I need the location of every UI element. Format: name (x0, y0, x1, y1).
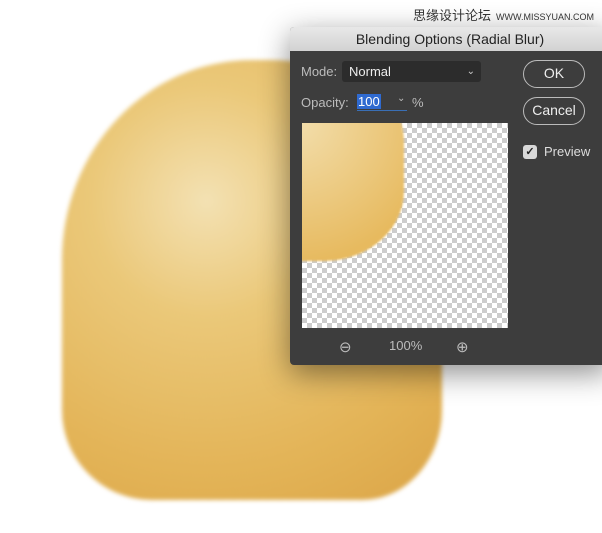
preview-image[interactable] (302, 123, 508, 328)
blending-options-dialog: Blending Options (Radial Blur) Mode: Nor… (290, 27, 602, 365)
dialog-title[interactable]: Blending Options (Radial Blur) (290, 27, 602, 51)
zoom-level: 100% (389, 338, 423, 353)
cancel-button[interactable]: Cancel (523, 97, 585, 125)
checkmark-icon: ✓ (525, 146, 535, 158)
opacity-unit: % (412, 95, 424, 110)
ok-button[interactable]: OK (523, 60, 585, 88)
watermark: 思缘设计论坛 WWW.MISSYUAN.COM (413, 8, 594, 25)
opacity-label: Opacity: (301, 95, 349, 110)
zoom-in-icon[interactable]: ⊕ (456, 338, 469, 356)
zoom-out-icon[interactable]: ⊖ (339, 338, 352, 356)
watermark-url: WWW.MISSYUAN.COM (496, 12, 594, 22)
mode-select[interactable]: Normal ⌄ (342, 61, 481, 82)
opacity-chevron-down-icon[interactable]: ⌄ (397, 93, 405, 104)
chevron-down-icon: ⌄ (466, 66, 475, 77)
preview-checkbox[interactable]: ✓ (523, 145, 537, 159)
preview-fur (302, 123, 404, 261)
opacity-value: 100 (357, 94, 381, 109)
preview-label[interactable]: Preview (544, 144, 590, 159)
mode-label: Mode: (301, 64, 338, 79)
mode-value: Normal (349, 64, 391, 79)
watermark-cn: 思缘设计论坛 (412, 8, 491, 23)
